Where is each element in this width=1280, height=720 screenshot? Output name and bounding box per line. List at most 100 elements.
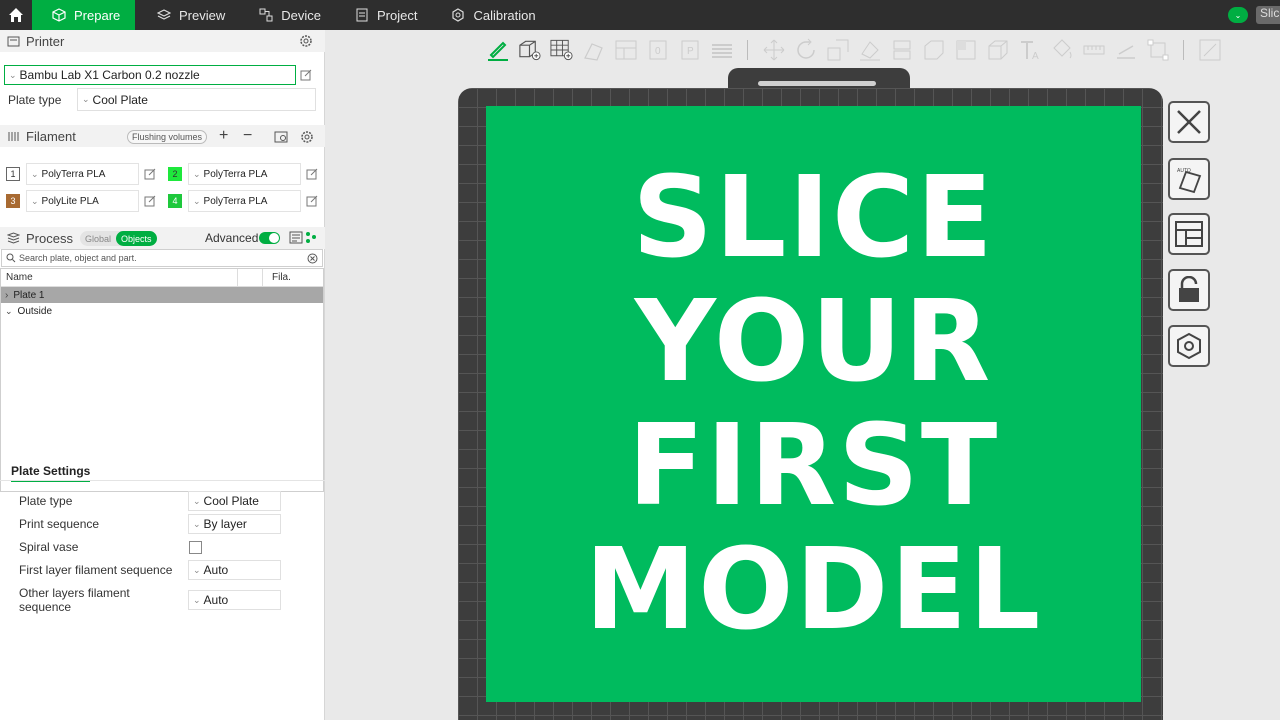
column-name[interactable]: Name bbox=[1, 272, 33, 283]
orient-icon bbox=[583, 43, 603, 61]
scope-objects[interactable]: Objects bbox=[116, 231, 157, 246]
filament-select[interactable]: ⌄ PolyTerra PLA bbox=[188, 190, 301, 212]
other-layers-sequence-select[interactable]: ⌄ Auto bbox=[188, 590, 281, 610]
add-object-tool[interactable] bbox=[517, 38, 542, 63]
scope-global[interactable]: Global bbox=[80, 231, 116, 246]
sync-filament-icon[interactable] bbox=[274, 130, 288, 144]
flushing-volumes-button[interactable]: Flushing volumes bbox=[127, 130, 207, 144]
printer-select[interactable]: ⌄ Bambu Lab X1 Carbon 0.2 nozzle bbox=[4, 65, 296, 85]
tree-row-plate[interactable]: › Plate 1 bbox=[1, 287, 323, 303]
ps-plate-type-select[interactable]: ⌄ Cool Plate bbox=[188, 491, 281, 511]
tab-prepare[interactable]: Prepare bbox=[32, 0, 135, 30]
svg-text:A: A bbox=[1032, 51, 1039, 62]
chevron-down-icon: ⌄ bbox=[193, 564, 201, 575]
text-icon: A bbox=[1020, 41, 1039, 62]
printer-select-value: Bambu Lab X1 Carbon 0.2 nozzle bbox=[19, 68, 200, 82]
first-layer-sequence-select[interactable]: ⌄ Auto bbox=[188, 560, 281, 580]
auto-orient-tool[interactable] bbox=[581, 38, 606, 63]
move-icon bbox=[763, 39, 784, 61]
add-plate-tool[interactable] bbox=[549, 38, 574, 63]
plate-p-tool[interactable]: P bbox=[677, 38, 702, 63]
edit-tool[interactable] bbox=[485, 38, 510, 63]
object-search-input[interactable]: Search plate, object and part. bbox=[1, 249, 323, 267]
auto-orient-plate-button[interactable]: AUTO bbox=[1168, 158, 1210, 200]
filament-slot-1[interactable]: 1 ⌄ PolyTerra PLA bbox=[6, 163, 139, 185]
boolean-tool[interactable] bbox=[953, 38, 978, 63]
edit-icon[interactable] bbox=[144, 195, 156, 207]
chevron-down-icon[interactable]: ⌄ bbox=[5, 306, 13, 317]
edit-icon[interactable] bbox=[306, 168, 318, 180]
compare-icon[interactable] bbox=[305, 231, 317, 244]
process-scope-toggle[interactable]: Global Objects bbox=[80, 231, 157, 246]
clear-icon[interactable] bbox=[307, 253, 318, 264]
edit-icon[interactable] bbox=[306, 195, 318, 207]
slice-button[interactable]: Slice bbox=[1256, 6, 1280, 24]
gear-icon[interactable] bbox=[300, 130, 314, 144]
measure-box-tool[interactable] bbox=[985, 38, 1010, 63]
process-heading: Process bbox=[26, 230, 73, 246]
scale-tool[interactable] bbox=[825, 38, 850, 63]
tab-device[interactable]: Device bbox=[239, 0, 335, 30]
project-icon bbox=[356, 8, 368, 22]
ruler-icon bbox=[1083, 45, 1104, 55]
chevron-down-icon: ⌄ bbox=[193, 495, 201, 506]
measure-tool[interactable] bbox=[1081, 38, 1106, 63]
slice-dropdown-toggle[interactable]: ⌄ bbox=[1228, 7, 1248, 23]
plate-settings-button[interactable] bbox=[1168, 325, 1210, 367]
plate-zero-tool[interactable]: 0 bbox=[645, 38, 670, 63]
tab-calibration[interactable]: Calibration bbox=[431, 0, 549, 30]
view-tool[interactable] bbox=[1197, 38, 1222, 63]
chevron-down-icon: ⌄ bbox=[193, 168, 201, 179]
add-filament-button[interactable]: + bbox=[219, 128, 228, 144]
arrange-tool[interactable] bbox=[613, 38, 638, 63]
filament-slot-3[interactable]: 3 ⌄ PolyLite PLA bbox=[6, 190, 139, 212]
cut-tool[interactable] bbox=[889, 38, 914, 63]
tab-preview[interactable]: Preview bbox=[137, 0, 239, 30]
split-icon bbox=[924, 40, 943, 60]
filament-slot-4[interactable]: 4 ⌄ PolyTerra PLA bbox=[168, 190, 301, 212]
list-view-icon[interactable] bbox=[289, 231, 303, 244]
paint-tool[interactable] bbox=[1049, 38, 1074, 63]
edit-icon[interactable] bbox=[300, 69, 312, 81]
advanced-toggle[interactable] bbox=[259, 232, 280, 244]
printer-icon bbox=[7, 36, 20, 46]
filament-slot-2[interactable]: 2 ⌄ PolyTerra PLA bbox=[168, 163, 301, 185]
filament-select[interactable]: ⌄ PolyTerra PLA bbox=[26, 163, 139, 185]
lock-plate-button[interactable] bbox=[1168, 269, 1210, 311]
filament-icon bbox=[8, 131, 19, 141]
move-tool[interactable] bbox=[761, 38, 786, 63]
arrange-plate-button[interactable] bbox=[1168, 213, 1210, 255]
chevron-down-icon: ⌄ bbox=[82, 94, 90, 104]
tab-project[interactable]: Project bbox=[335, 0, 431, 30]
close-plate-button[interactable] bbox=[1168, 101, 1210, 143]
chevron-down-icon: ⌄ bbox=[31, 195, 39, 206]
filament-name: PolyTerra PLA bbox=[203, 168, 268, 180]
chevron-right-icon[interactable]: › bbox=[5, 290, 8, 301]
print-sequence-select[interactable]: ⌄ By layer bbox=[188, 514, 281, 534]
canvas-toolbar: 0 P A bbox=[485, 36, 1222, 64]
layers-tool[interactable] bbox=[709, 38, 734, 63]
remove-filament-button[interactable]: − bbox=[243, 128, 252, 144]
tree-row-object[interactable]: ⌄ Outside bbox=[1, 303, 323, 319]
print-sequence-value: By layer bbox=[203, 517, 247, 531]
home-button[interactable] bbox=[0, 0, 32, 30]
column-filament[interactable]: Fila. bbox=[272, 272, 291, 283]
text-tool[interactable]: A bbox=[1017, 38, 1042, 63]
edit-icon[interactable] bbox=[144, 168, 156, 180]
rotate-tool[interactable] bbox=[793, 38, 818, 63]
plate-type-select[interactable]: ⌄ Cool Plate bbox=[77, 88, 316, 111]
filament-number: 2 bbox=[168, 167, 182, 181]
lay-on-face-tool[interactable] bbox=[857, 38, 882, 63]
gear-icon[interactable] bbox=[299, 34, 313, 48]
divider bbox=[0, 480, 325, 481]
spiral-vase-checkbox[interactable] bbox=[189, 541, 202, 554]
device-icon bbox=[259, 8, 273, 22]
spiral-vase-label: Spiral vase bbox=[19, 540, 79, 554]
process-icon bbox=[7, 231, 20, 244]
auto-orient-icon: AUTO bbox=[1177, 168, 1202, 194]
filament-select[interactable]: ⌄ PolyLite PLA bbox=[26, 190, 139, 212]
split-tool[interactable] bbox=[921, 38, 946, 63]
filament-select[interactable]: ⌄ PolyTerra PLA bbox=[188, 163, 301, 185]
assembly-tool[interactable] bbox=[1145, 38, 1170, 63]
support-paint-tool[interactable] bbox=[1113, 38, 1138, 63]
